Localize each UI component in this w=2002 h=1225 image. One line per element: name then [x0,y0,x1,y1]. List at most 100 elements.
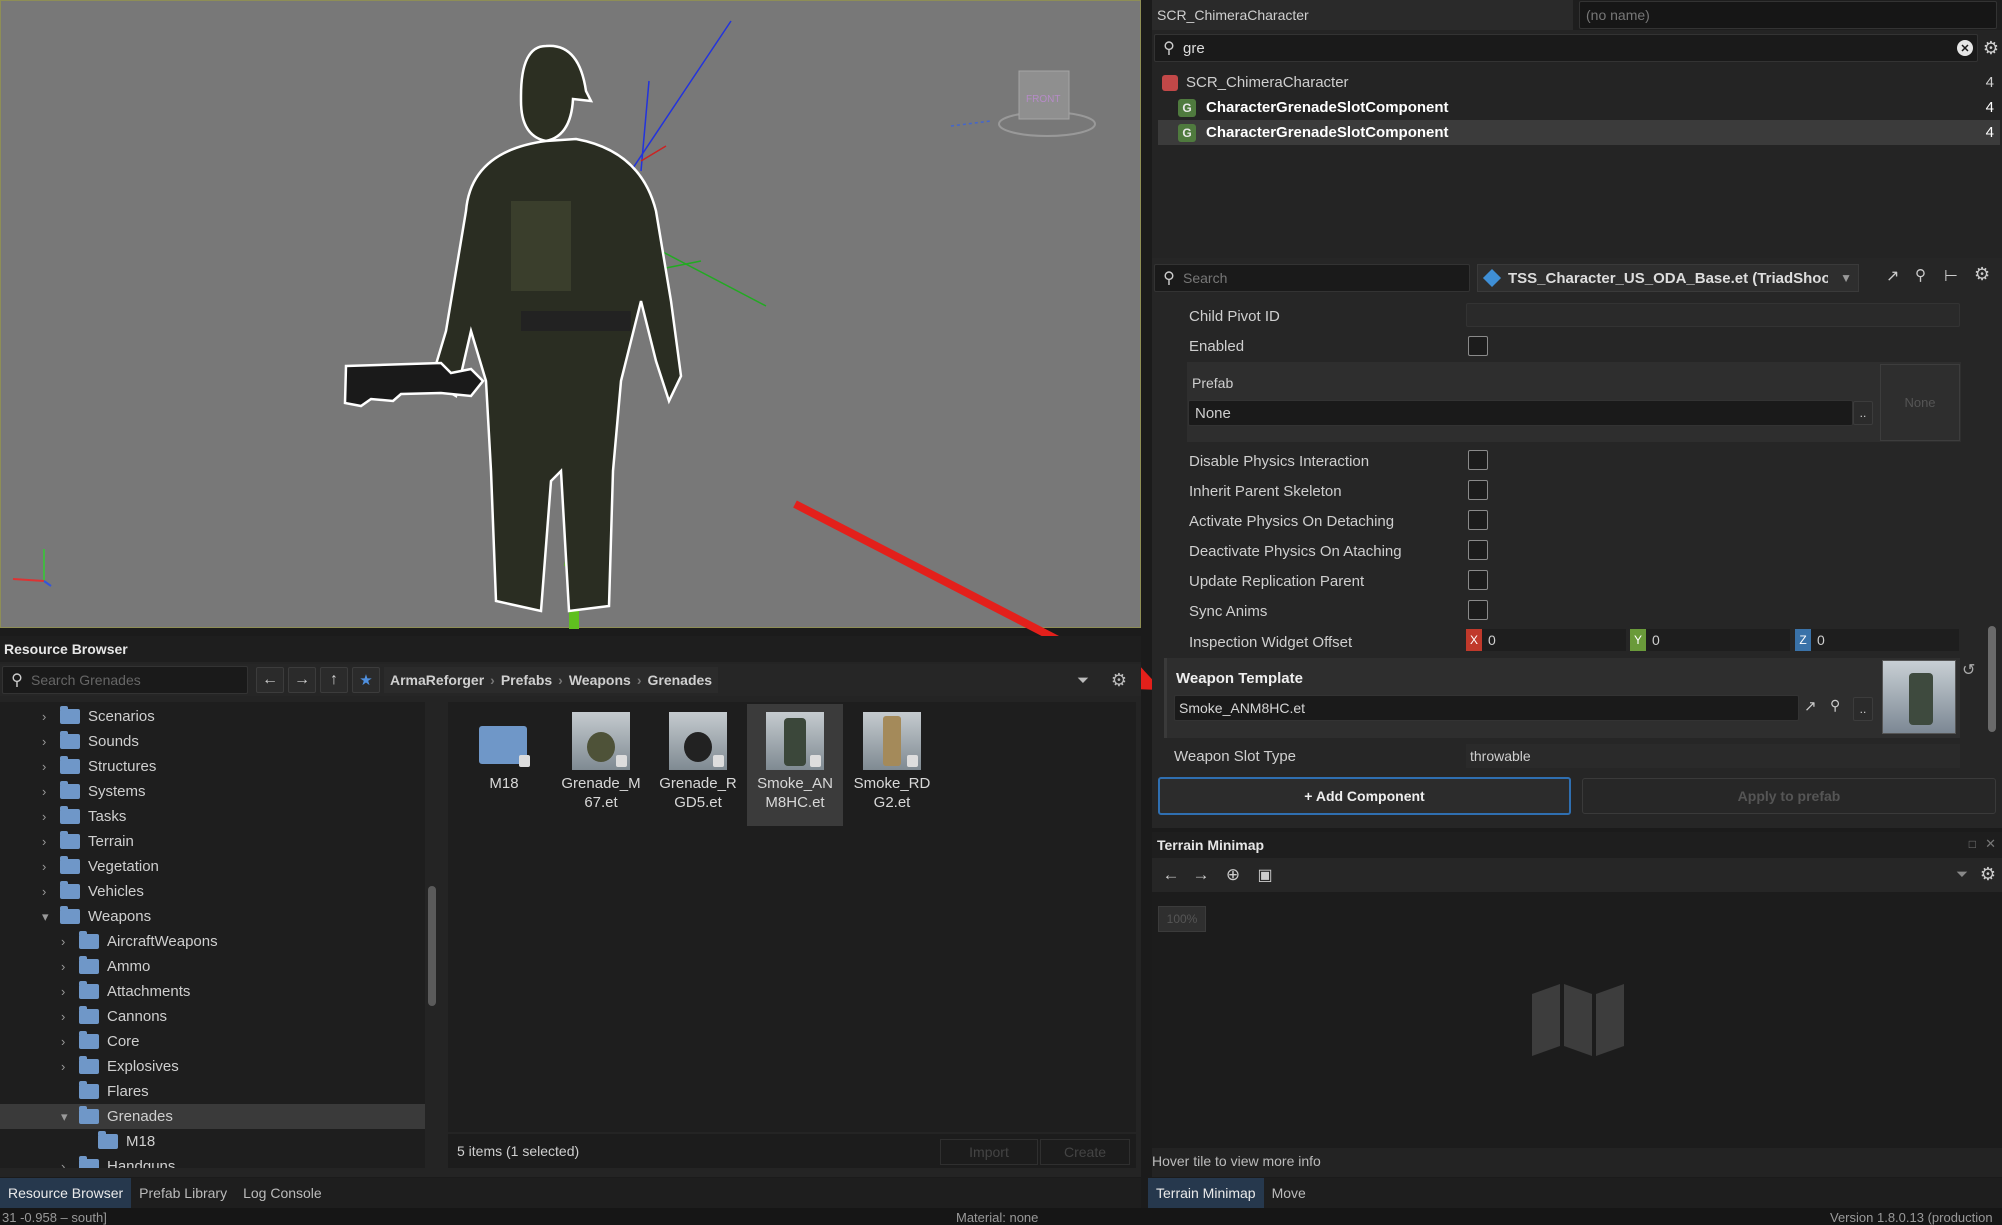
tree-component-1[interactable]: G CharacterGrenadeSlotComponent 4 [1158,95,2000,120]
chevron-down-icon[interactable]: ▾ [61,1109,71,1125]
offset-x-field[interactable]: X 0 [1466,629,1626,651]
undock-icon[interactable]: □ [1969,837,1976,851]
asset-item[interactable]: M18 [456,704,552,826]
apply-to-prefab-button[interactable]: Apply to prefab [1582,778,1996,814]
tree-folder-item[interactable]: ▾ Weapons [0,904,425,929]
tree-root[interactable]: SCR_ChimeraCharacter 4 [1158,70,2000,95]
weapon-slot-type-field[interactable]: throwable [1466,744,1960,768]
prefab-browse-button[interactable]: .. [1853,401,1873,425]
chevron-right-icon[interactable]: › [61,984,71,999]
forward-arrow-icon[interactable]: → [1186,865,1216,885]
weapon-template-input[interactable]: Smoke_ANM8HC.et [1174,695,1799,721]
tree-folder-item[interactable]: › Structures [0,754,425,779]
update-replication-checkbox[interactable] [1468,570,1488,590]
tab-prefab-library[interactable]: Prefab Library [131,1178,235,1208]
tree-folder-item[interactable]: › AircraftWeapons [0,929,425,954]
inspector-search-input[interactable]: ⚲ Search [1154,264,1470,292]
tab-terrain-minimap[interactable]: Terrain Minimap [1148,1178,1264,1208]
disable-physics-checkbox[interactable] [1468,450,1488,470]
reset-icon[interactable]: ↺ [1962,660,1975,680]
chevron-right-icon[interactable]: › [61,1159,71,1168]
back-arrow-icon[interactable]: ← [1156,865,1186,885]
open-external-icon[interactable]: ↗ [1804,697,1817,715]
star-icon[interactable]: ★ [352,667,380,693]
filter-icon[interactable]: ⏷ [1070,667,1096,693]
chevron-right-icon[interactable]: › [61,1034,71,1049]
child-pivot-input[interactable] [1466,303,1960,327]
search-icon[interactable]: ⚲ [1915,266,1926,284]
tree-folder-item[interactable]: › Attachments [0,979,425,1004]
offset-y-field[interactable]: Y 0 [1630,629,1790,651]
add-component-button[interactable]: + Add Component [1158,777,1571,815]
chevron-right-icon[interactable]: › [42,809,52,824]
gear-icon[interactable]: ⚙ [1106,667,1132,693]
tree-folder-item[interactable]: ▾ Grenades [0,1104,425,1129]
asset-item[interactable]: Grenade_M67.et [553,704,649,826]
close-icon[interactable]: ✕ [1985,836,1996,852]
chevron-right-icon[interactable]: › [42,759,52,774]
search-icon[interactable]: ⚲ [1830,697,1840,714]
tree-folder-item[interactable]: › Ammo [0,954,425,979]
tree-folder-item[interactable]: › Tasks [0,804,425,829]
crop-icon[interactable]: ▣ [1250,865,1280,885]
activate-physics-checkbox[interactable] [1468,510,1488,530]
chevron-down-icon[interactable]: ▾ [42,909,52,925]
tree-folder-item[interactable]: › Terrain [0,829,425,854]
breadcrumb-item[interactable]: Grenades [648,672,713,688]
up-arrow-icon[interactable]: ↑ [320,667,348,693]
chevron-right-icon[interactable]: › [61,959,71,974]
asset-item[interactable]: Grenade_RGD5.et [650,704,746,826]
tree-folder-item[interactable]: Flares [0,1079,425,1104]
chevron-right-icon[interactable]: › [42,884,52,899]
hierarchy-icon[interactable]: ⊢ [1944,266,1958,286]
import-button[interactable]: Import [940,1139,1038,1165]
component-search-input[interactable]: ⚲ gre ✕ [1154,34,1978,62]
chevron-right-icon[interactable]: › [42,784,52,799]
tree-scrollbar[interactable] [428,886,436,1006]
asset-item[interactable]: Smoke_ANM8HC.et [747,704,843,826]
asset-item[interactable]: Smoke_RDG2.et [844,704,940,826]
chevron-right-icon[interactable]: › [61,1009,71,1024]
tree-folder-item[interactable]: › Vegetation [0,854,425,879]
prefab-input[interactable]: None [1188,400,1853,426]
open-external-icon[interactable]: ↗ [1886,266,1899,286]
sync-anims-checkbox[interactable] [1468,600,1488,620]
gear-icon[interactable]: ⚙ [1980,36,2002,60]
back-arrow-icon[interactable]: ← [256,667,284,693]
chevron-right-icon[interactable]: › [42,859,52,874]
enabled-checkbox[interactable] [1468,336,1488,356]
clear-search-icon[interactable]: ✕ [1957,40,1973,56]
tab-move[interactable]: Move [1264,1178,1314,1208]
resource-search-input[interactable]: ⚲ Search Grenades [2,666,248,694]
chevron-right-icon[interactable]: › [42,709,52,724]
chevron-right-icon[interactable]: › [42,834,52,849]
tree-folder-item[interactable]: › Cannons [0,1004,425,1029]
offset-z-field[interactable]: Z 0 [1795,629,1959,651]
chevron-right-icon[interactable]: › [61,934,71,949]
deactivate-physics-checkbox[interactable] [1468,540,1488,560]
breadcrumb-item[interactable]: Prefabs [501,672,552,688]
tree-folder-item[interactable]: › Core [0,1029,425,1054]
tab-log-console[interactable]: Log Console [235,1178,330,1208]
tree-folder-item[interactable]: › Systems [0,779,425,804]
forward-arrow-icon[interactable]: → [288,667,316,693]
chevron-right-icon[interactable]: › [61,1059,71,1074]
gear-icon[interactable]: ⚙ [1980,864,1996,885]
chevron-right-icon[interactable]: › [42,734,52,749]
orientation-cube[interactable] [950,70,1096,137]
tree-folder-item[interactable]: › Sounds [0,729,425,754]
tree-folder-item[interactable]: › Vehicles [0,879,425,904]
tree-folder-item[interactable]: › Explosives [0,1054,425,1079]
inherit-skeleton-checkbox[interactable] [1468,480,1488,500]
tree-component-2-selected[interactable]: G CharacterGrenadeSlotComponent 4 [1158,120,2000,145]
weapon-template-browse-button[interactable]: .. [1853,697,1873,721]
breadcrumb-item[interactable]: Weapons [569,672,631,688]
gear-icon[interactable]: ⚙ [1974,264,1990,285]
prefab-selector[interactable]: TSS_Character_US_ODA_Base.et (TriadShoo … [1477,264,1859,292]
tab-resource-browser[interactable]: Resource Browser [0,1178,132,1208]
entity-name-field[interactable]: (no name) [1579,1,1997,29]
create-button[interactable]: Create [1040,1139,1130,1165]
tree-folder-item[interactable]: › Handguns [0,1154,425,1168]
tree-folder-item[interactable]: M18 [0,1129,425,1154]
crosshair-icon[interactable]: ⊕ [1216,865,1250,885]
